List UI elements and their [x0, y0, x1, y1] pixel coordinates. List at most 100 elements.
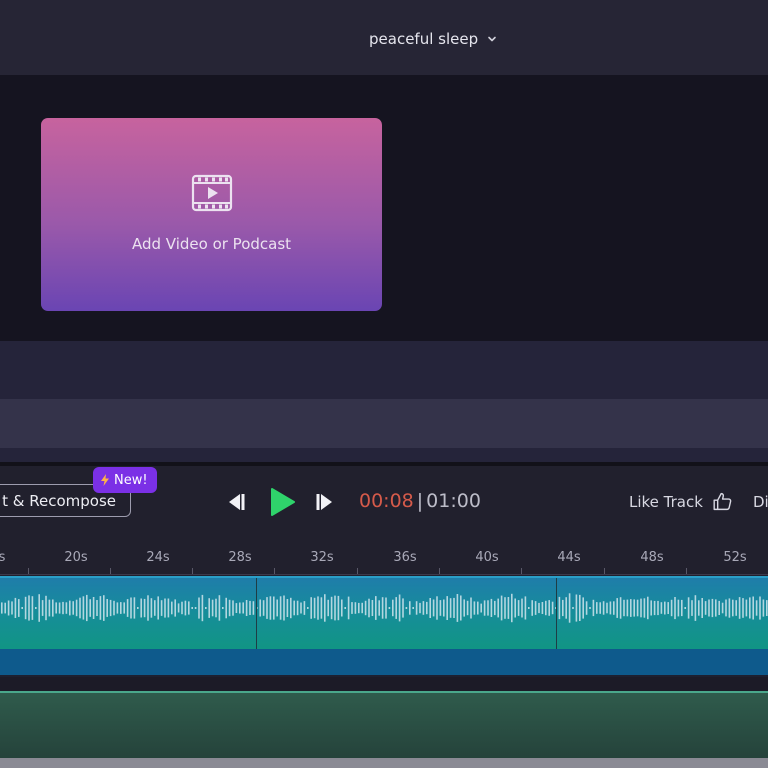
waveform-bar — [181, 601, 183, 615]
ruler-baseline — [0, 574, 768, 575]
waveform-bar — [674, 597, 676, 620]
waveform-bar — [279, 596, 282, 620]
add-video-card[interactable]: Add Video or Podcast — [41, 118, 382, 311]
waveform-bar — [647, 596, 649, 620]
skip-previous-button[interactable] — [223, 490, 247, 514]
waveform-bar — [419, 602, 421, 614]
waveform-bar — [528, 607, 530, 609]
empty-band — [0, 399, 768, 448]
waveform-bar — [538, 602, 540, 614]
project-title-dropdown[interactable]: peaceful sleep — [369, 30, 498, 48]
waveform-bar — [154, 600, 156, 616]
waveform-bar — [324, 594, 326, 622]
waveform-bar — [133, 597, 136, 619]
waveform-bar — [296, 600, 299, 616]
waveform-bar — [293, 600, 295, 616]
waveform-bar — [208, 598, 210, 618]
waveform-bar — [89, 599, 91, 617]
waveform-bar — [99, 596, 102, 620]
waveform-bar — [351, 602, 353, 614]
waveform-bar — [75, 599, 78, 617]
waveform-bar — [109, 599, 112, 617]
waveform-bar — [551, 601, 554, 615]
waveform-bar — [310, 597, 312, 619]
waveform-bar — [602, 601, 605, 615]
waveform-bar — [86, 594, 88, 622]
play-button[interactable] — [270, 487, 296, 517]
ruler-label: 28s — [228, 550, 252, 565]
waveform-bar — [585, 601, 588, 615]
waveform-bar — [738, 597, 741, 619]
waveform-bar — [215, 598, 217, 618]
project-title: peaceful sleep — [369, 30, 479, 48]
waveform-bar — [140, 598, 142, 618]
waveform-bar — [664, 601, 666, 615]
time-current: 00:08 — [359, 490, 414, 512]
secondary-track[interactable] — [0, 691, 768, 758]
skip-previous-icon — [229, 494, 245, 510]
waveform-bar — [684, 607, 686, 609]
waveform-bar — [521, 598, 523, 618]
waveform-bar — [524, 596, 527, 620]
waveform-bar — [188, 601, 190, 615]
waveform-bar — [412, 607, 414, 609]
waveform-bar — [174, 599, 176, 617]
waveform-bar — [11, 601, 13, 615]
waveform-bar — [653, 600, 656, 616]
waveform-bar — [616, 598, 618, 618]
horizontal-scrollbar[interactable] — [0, 758, 768, 768]
time-separator: | — [416, 490, 424, 512]
waveform-bar — [619, 597, 622, 619]
waveform-bar — [82, 596, 85, 620]
waveform-bar — [157, 596, 159, 620]
waveform-bar — [568, 593, 571, 623]
waveform-bar — [514, 598, 516, 618]
waveform-bar — [698, 600, 700, 616]
like-track-button[interactable]: Like Track — [629, 491, 733, 512]
waveform-bar — [449, 598, 452, 618]
waveform-bar — [48, 599, 51, 617]
time-total: 01:00 — [426, 490, 481, 512]
waveform-bar — [398, 594, 401, 622]
chevron-down-icon — [488, 36, 496, 42]
music-track[interactable] — [0, 576, 768, 677]
ruler-label: 32s — [310, 550, 334, 565]
waveform-bar — [490, 598, 493, 617]
waveform-bar — [7, 600, 10, 616]
waveform-bar — [79, 597, 81, 619]
waveform-bar — [205, 607, 207, 609]
waveform-bar — [303, 601, 306, 615]
track-gap — [0, 677, 768, 691]
waveform-bar — [242, 602, 244, 614]
truncated-button-label[interactable]: Di — [753, 493, 768, 511]
waveform-bar — [657, 600, 659, 616]
new-badge: New! — [93, 467, 157, 493]
waveform-bar — [541, 602, 544, 614]
waveform-bar — [742, 598, 744, 618]
timeline-ruler[interactable]: s 20s 24s 28s 32s 36s 40s 44s 48s 52s — [0, 538, 768, 576]
waveform-bar — [708, 599, 710, 617]
waveform-bar — [456, 594, 459, 622]
skip-next-button[interactable] — [314, 490, 338, 514]
timecode: 00:08 | 01:00 — [359, 490, 481, 512]
waveform-bar — [290, 597, 292, 619]
waveform-bar — [500, 595, 503, 621]
skip-next-icon — [316, 494, 332, 510]
waveform-bar — [1, 602, 3, 614]
waveform-bar — [35, 607, 37, 609]
waveform-bar — [55, 602, 57, 614]
waveform-bar — [21, 607, 23, 609]
waveform-bar — [677, 599, 680, 617]
waveform-bar — [429, 598, 431, 618]
ruler-label: 20s — [64, 550, 88, 565]
lightning-icon — [101, 474, 109, 486]
waveform-bar — [562, 599, 564, 617]
waveform-bar — [24, 596, 27, 620]
waveform-bar — [177, 603, 180, 613]
waveform-bar — [480, 603, 482, 613]
ruler-label: 36s — [393, 550, 417, 565]
waveform-bar — [749, 597, 751, 619]
waveform-bar — [239, 602, 241, 614]
waveform-bar — [28, 595, 30, 621]
waveform-bar — [228, 599, 231, 617]
